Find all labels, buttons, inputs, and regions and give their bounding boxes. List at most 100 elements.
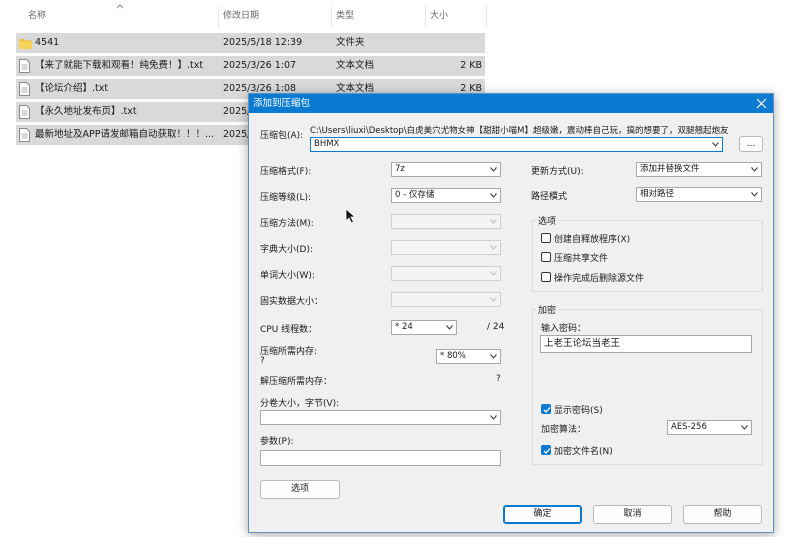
file-modified: 2025/3/26 1:07 (223, 60, 297, 71)
chevron-down-icon (751, 192, 758, 197)
dialog-title: 添加到压缩包 (253, 98, 311, 109)
format-value: 7z (395, 164, 405, 174)
delete-after-label: 操作完成后删除源文件 (554, 274, 645, 284)
file-row[interactable]: 4541 2025/5/18 12:39 文件夹 (16, 33, 485, 53)
sfx-checkbox[interactable] (541, 233, 551, 243)
help-button[interactable]: 帮助 (683, 505, 762, 524)
cpu-threads-select[interactable]: * 24 (391, 320, 457, 335)
file-size: 2 KB (460, 60, 482, 71)
method-select[interactable] (391, 214, 501, 229)
mouse-cursor-icon (345, 208, 357, 224)
compress-memory-unknown: ? (260, 356, 265, 366)
chevron-down-icon (490, 297, 497, 302)
file-row[interactable]: 【永久地址发布页】.txt 2025/ (16, 102, 251, 122)
chevron-down-icon (490, 167, 497, 172)
update-mode-value: 添加并替换文件 (640, 164, 700, 174)
chevron-down-icon (490, 219, 497, 224)
level-label: 压缩等级(L): (260, 193, 312, 203)
chevron-down-icon (490, 354, 497, 359)
column-divider[interactable] (486, 6, 487, 28)
cpu-threads-label: CPU 线程数： (260, 325, 318, 335)
chevron-down-icon (446, 325, 453, 330)
chevron-down-icon (751, 167, 758, 172)
checkmark-icon (543, 448, 551, 454)
encryption-method-value: AES-256 (671, 422, 707, 432)
path-mode-select[interactable]: 相对路径 (636, 187, 762, 202)
file-modified: 2025/ (223, 106, 251, 117)
password-label: 输入密码： (541, 324, 587, 334)
column-header-size[interactable]: 大小 (430, 6, 448, 26)
cpu-threads-value: * 24 (395, 322, 413, 332)
word-size-select[interactable] (391, 266, 501, 281)
show-password-checkbox[interactable] (541, 404, 551, 414)
encrypt-names-label: 加密文件名(N) (554, 447, 613, 457)
chevron-down-icon[interactable] (712, 142, 719, 147)
path-mode-value: 相对路径 (640, 189, 675, 199)
chevron-down-icon (490, 415, 497, 420)
archive-name-combo[interactable]: BHMX (310, 137, 723, 152)
chevron-down-icon (490, 271, 497, 276)
column-header-name[interactable]: 名称 (28, 6, 46, 26)
cancel-button[interactable]: 取消 (593, 505, 672, 524)
file-row[interactable]: 最新地址及APP请发邮箱自动获取！！！... 2025/ (16, 125, 251, 145)
decompress-memory-label: 解压缩所需内存： (260, 377, 333, 387)
column-divider[interactable] (331, 6, 332, 28)
archive-label: 压缩包(A): (260, 131, 304, 141)
dialog-title-bar[interactable]: 添加到压缩包 (249, 94, 773, 113)
file-modified: 2025/ (223, 129, 251, 140)
text-file-icon (19, 82, 30, 96)
chevron-down-icon (741, 425, 748, 430)
file-name: 【永久地址发布页】.txt (35, 106, 137, 117)
add-to-archive-dialog: 添加到压缩包 压缩包(A): C:\Users\liuxi\Desktop\白虎… (248, 93, 774, 533)
column-divider[interactable] (218, 6, 219, 28)
update-mode-select[interactable]: 添加并替换文件 (636, 162, 762, 177)
password-input[interactable]: 上老王论坛当老王 (540, 335, 752, 353)
compress-memory-label: 压缩所需内存: (260, 347, 318, 357)
text-file-icon (19, 105, 30, 119)
shared-files-checkbox[interactable] (541, 252, 551, 262)
file-modified: 2025/5/18 12:39 (223, 37, 303, 48)
text-file-icon (19, 59, 30, 73)
options-button[interactable]: 选项 (260, 480, 340, 499)
column-header-type[interactable]: 类型 (336, 6, 354, 26)
file-name: 【论坛介绍】.txt (35, 83, 109, 94)
parameters-input[interactable] (260, 450, 501, 466)
encryption-method-label: 加密算法： (541, 425, 587, 435)
delete-after-checkbox[interactable] (541, 272, 551, 282)
file-type: 文本文档 (336, 60, 375, 71)
encrypt-names-checkbox[interactable] (541, 445, 551, 455)
method-label: 压缩方法(M): (260, 219, 314, 229)
browse-button[interactable]: ... (739, 136, 763, 152)
format-select[interactable]: 7z (391, 162, 501, 177)
checkmark-icon (543, 407, 551, 413)
text-file-icon (19, 128, 30, 142)
format-label: 压缩格式(F): (260, 167, 312, 177)
volume-size-combo[interactable] (260, 410, 501, 425)
sort-caret-icon (116, 4, 124, 9)
shared-files-label: 压缩共享文件 (554, 254, 609, 264)
level-select[interactable]: 0 - 仅存储 (391, 188, 501, 203)
encryption-group-title: 加密 (536, 303, 559, 316)
column-header-modified[interactable]: 修改日期 (223, 6, 259, 26)
file-name: 最新地址及APP请发邮箱自动获取！！！... (35, 129, 215, 140)
solid-block-select[interactable] (391, 292, 501, 307)
decompress-memory-unknown: ? (496, 374, 501, 384)
sfx-label: 创建自释放程序(X) (554, 235, 631, 245)
encryption-method-select[interactable]: AES-256 (667, 420, 752, 435)
ok-button[interactable]: 确定 (503, 505, 582, 524)
cpu-threads-max: / 24 (487, 322, 505, 332)
dictionary-size-select[interactable] (391, 240, 501, 255)
chevron-down-icon (490, 245, 497, 250)
close-icon[interactable] (756, 98, 767, 109)
column-divider[interactable] (425, 6, 426, 28)
dictionary-size-label: 字典大小(D): (260, 245, 313, 255)
file-row[interactable]: 【来了就能下载和观看！纯免费！】.txt 2025/3/26 1:07 文本文档… (16, 56, 485, 76)
archive-path-prefix: C:\Users\liuxi\Desktop\白虎美穴尤物女神【甜甜小喵M】超级… (310, 126, 729, 136)
volume-size-label: 分卷大小，字节(V): (260, 399, 340, 409)
password-value: 上老王论坛当老王 (544, 338, 621, 349)
memory-usage-select[interactable]: * 80% (436, 349, 501, 364)
file-name: 4541 (35, 37, 60, 48)
options-group-title: 选项 (536, 214, 559, 227)
parameters-label: 参数(P): (260, 437, 294, 447)
file-name: 【来了就能下载和观看！纯免费！】.txt (35, 60, 204, 71)
